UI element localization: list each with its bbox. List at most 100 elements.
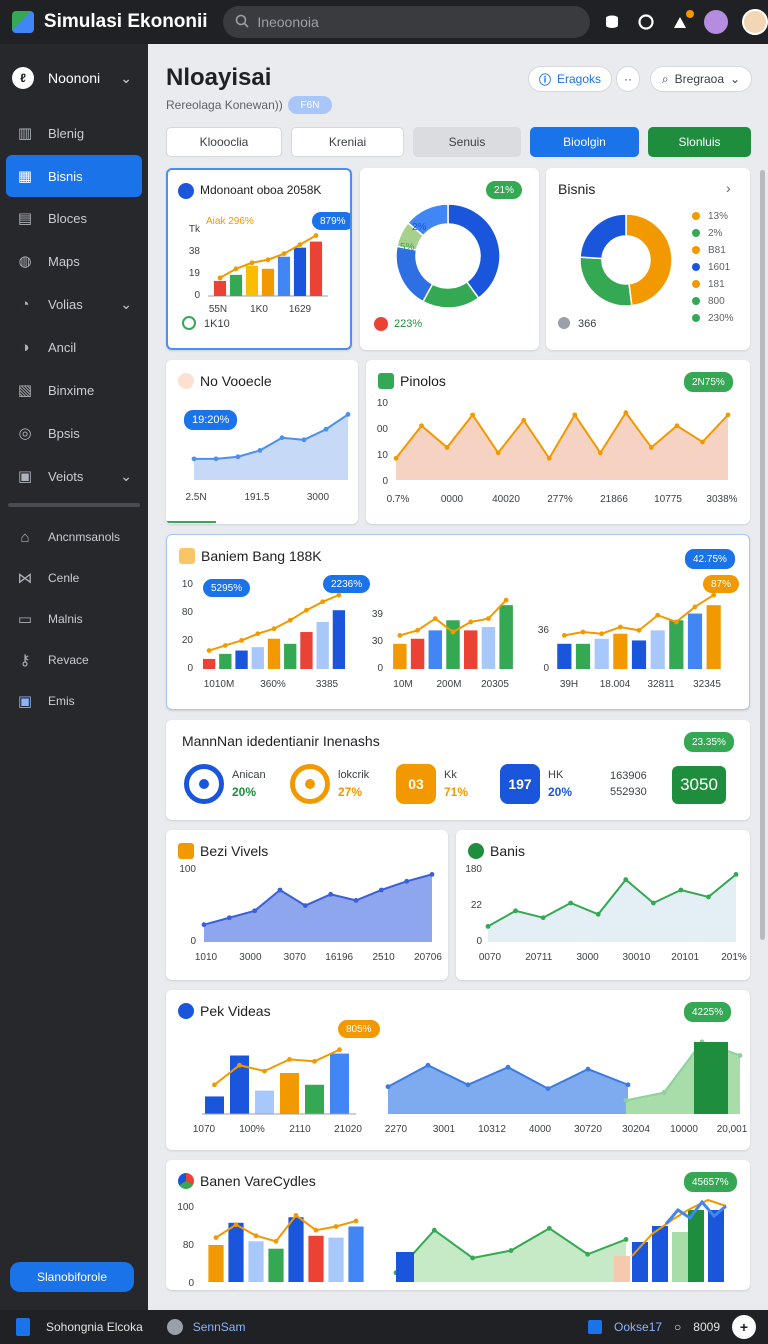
sidebar-item-maps[interactable]: ◍ Maps xyxy=(0,240,148,282)
workspace-switcher[interactable]: ℓ Noononi ⌄ xyxy=(0,44,148,112)
c5-point xyxy=(725,412,731,418)
bar xyxy=(208,1245,224,1282)
card-baniem-bang[interactable]: Baniem Bang 188K 42.75% 87% 2236% 5295% … xyxy=(166,534,750,710)
c5-point xyxy=(393,455,399,461)
c10-chart: 1070 100% 2110 21020 2270 3001 10312 4000 30720 3… xyxy=(193,1039,748,1135)
search-input[interactable] xyxy=(257,14,558,30)
bar xyxy=(205,1096,224,1114)
scrollbar[interactable] xyxy=(760,170,765,940)
notification-badge xyxy=(686,10,694,18)
profile-avatar[interactable] xyxy=(742,9,768,35)
tab-bioolgin[interactable]: Bioolgin xyxy=(530,127,639,157)
sidebar-item-cenle[interactable]: ⋈ Cenle xyxy=(0,558,148,598)
card-bezi-vivels[interactable]: Bezi Vivels 100 0 1010 3000 3070 16196 2510 207… xyxy=(166,830,448,980)
database-icon[interactable] xyxy=(602,12,622,32)
primary-action-button[interactable]: ⓘ Eragoks xyxy=(528,66,612,92)
sidebar-item-blenig[interactable]: ▥ Blenig xyxy=(0,112,148,154)
sidebar-item-binxime[interactable]: ▧ Binxime xyxy=(0,369,148,411)
series-point xyxy=(599,631,605,637)
x-tick-label: 1K0 xyxy=(250,304,268,315)
series-point xyxy=(287,1057,292,1062)
sidebar-item-revace[interactable]: ⚷ Revace xyxy=(0,640,148,680)
tab-senuis[interactable]: Senuis xyxy=(413,127,521,157)
sidebar-item-bisnis[interactable]: ▦ Bisnis xyxy=(6,155,142,197)
x-tick-label: 10000 xyxy=(670,1124,698,1135)
series-point xyxy=(313,233,319,238)
card-pek-videas[interactable]: Pek Videas 4225% 805% 1070 100% 2110 21020 2… xyxy=(166,990,750,1150)
bar xyxy=(255,1090,274,1114)
tab-kloooclia[interactable]: Kloooclia xyxy=(166,127,282,157)
bar xyxy=(669,620,684,669)
sidebar-item-ancnmsanols[interactable]: ⌂ Ancnmsanols xyxy=(0,517,148,557)
status-bar: Sohongnia Elcoka SennSam Ookse17 ○ 8009 … xyxy=(0,1310,768,1344)
sidebar-item-veiots[interactable]: ▣ Veiots ⌄ xyxy=(0,455,148,497)
series-point xyxy=(655,612,661,618)
info-icon: ⓘ xyxy=(538,72,551,87)
add-button[interactable]: + xyxy=(732,1315,756,1339)
tab-kreniai[interactable]: Kreniai xyxy=(291,127,404,157)
card-donut[interactable]: 21% 2% 5% 223% xyxy=(360,168,539,350)
sidebar-item-volias[interactable]: ◔ Volias ⌄ xyxy=(0,283,148,325)
series-point xyxy=(233,1222,239,1228)
sidebar-item-emis[interactable]: ▣ Emis xyxy=(0,681,148,721)
y-tick-label: 0 xyxy=(382,476,388,487)
chevron-down-icon: ⌄ xyxy=(120,467,132,484)
card-bisnis[interactable]: Bisnis › 13% 2% B81 1601 181 800 230% 36… xyxy=(546,168,750,350)
grid-icon: ▦ xyxy=(17,168,33,185)
c4-point xyxy=(257,448,263,453)
bar xyxy=(672,1232,688,1282)
status-user[interactable]: SennSam xyxy=(166,1319,245,1335)
x-tick-label: 2.5N xyxy=(185,492,206,503)
c11-chart: 100 80 0 xyxy=(177,1198,727,1289)
series-point xyxy=(711,592,717,598)
bar xyxy=(268,1248,284,1282)
sidebar-item-bpsis[interactable]: ◎ Bpsis xyxy=(0,412,148,454)
kpi-stats: 163906 552930 xyxy=(610,770,647,798)
c8-point xyxy=(277,887,283,893)
series-point xyxy=(312,1058,317,1064)
c5-point xyxy=(495,450,501,456)
sidebar-item-ancil[interactable]: ◑ Ancil xyxy=(0,326,148,368)
card-foot: 223% xyxy=(394,318,423,330)
y-tick-label: 38 xyxy=(189,246,201,257)
bar xyxy=(280,1073,299,1114)
card-banis[interactable]: Banis 180 22 0 0070 20711 3000 30010 20101 201% xyxy=(456,830,750,980)
x-tick-label: 55N xyxy=(209,304,227,315)
card-kpis[interactable]: MannNan idedentianir Inenashs 23.35% Ani… xyxy=(166,720,750,820)
x-tick-label: 21866 xyxy=(600,494,628,505)
user-avatar[interactable] xyxy=(704,10,728,34)
c5-point xyxy=(700,439,705,445)
more-button[interactable]: ·· xyxy=(616,66,640,92)
notification-icon[interactable] xyxy=(670,10,694,32)
card-banen-varecydles[interactable]: Banen VareCydles 45657% 100 80 0 xyxy=(166,1160,750,1290)
search-box[interactable] xyxy=(223,6,590,38)
c10-mid-point xyxy=(585,1066,591,1072)
c11-mid-point xyxy=(431,1227,437,1233)
sidebar-item-bloces[interactable]: ▤ Bloces xyxy=(0,197,148,239)
y-tick-label: 0 xyxy=(476,936,482,947)
bar xyxy=(293,247,307,296)
card-bar-chart[interactable]: Mdonoant oboa 2058K 879% Aiak 296% Tk 38 1… xyxy=(166,168,352,350)
grid-icon[interactable] xyxy=(588,1320,603,1334)
c5-point xyxy=(623,410,629,416)
tab-slonluis[interactable]: Slonluis xyxy=(648,127,751,157)
series-point xyxy=(239,638,244,643)
sidebar-cta-button[interactable]: Slanobiforole xyxy=(10,1262,134,1292)
filter-select[interactable]: ⌕ Bregraoa ⌄ xyxy=(650,66,752,92)
series-point xyxy=(271,626,277,632)
sidebar-item-malnis[interactable]: ▭ Malnis xyxy=(0,599,148,639)
card-foot: 1K10 xyxy=(204,318,230,330)
pie-slice xyxy=(579,213,627,260)
pie-slice xyxy=(447,203,501,300)
robot-icon: ▣ xyxy=(17,693,33,710)
kpi-big-value[interactable]: 3050 xyxy=(672,766,726,804)
c10-mid-point xyxy=(465,1082,471,1088)
series-point xyxy=(320,599,326,605)
bar xyxy=(219,653,232,669)
card-no-vooecle[interactable]: No Vooecle 19:20% 2.5N 191.5 3000 xyxy=(166,360,358,524)
app-logo-icon xyxy=(16,1318,30,1336)
refresh-icon[interactable] xyxy=(636,12,656,32)
bar xyxy=(652,1226,668,1282)
card-pinolos[interactable]: Pinolos 2N75% 10 00 10 0 0.7% 0000 40020 277% 21… xyxy=(366,360,750,524)
c11-mid-point xyxy=(470,1255,476,1261)
